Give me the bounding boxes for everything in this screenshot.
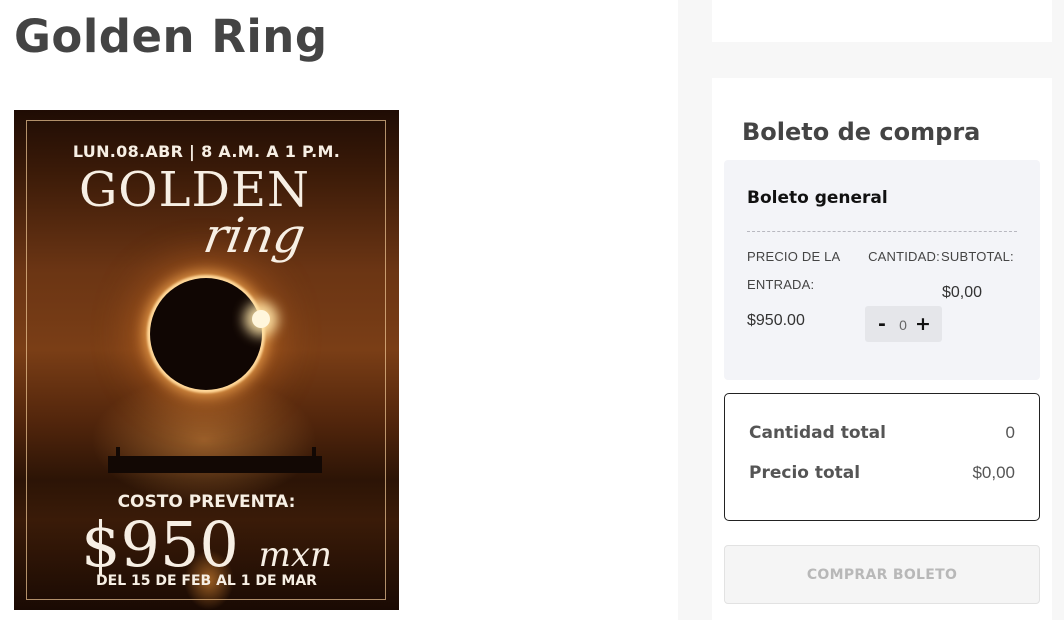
purchase-section-title: Boleto de compra bbox=[742, 118, 981, 146]
ticket-divider bbox=[747, 231, 1017, 232]
totals-box: Cantidad total 0 Precio total $0,00 bbox=[724, 393, 1040, 521]
quantity-input[interactable] bbox=[893, 315, 913, 335]
decrease-quantity-button[interactable]: - bbox=[871, 311, 893, 337]
quantity-stepper: - + bbox=[865, 306, 942, 342]
subtotal-value: $0,00 bbox=[942, 284, 983, 301]
total-price-value: $0,00 bbox=[972, 463, 1015, 482]
ship-silhouette bbox=[108, 447, 322, 473]
subtotal-label: SUBTOTAL: bbox=[941, 249, 1014, 264]
page-title: Golden Ring bbox=[14, 10, 328, 63]
total-quantity-label: Cantidad total bbox=[749, 423, 886, 443]
poster-title-script: ring bbox=[199, 208, 310, 264]
poster-price-currency: mxn bbox=[258, 535, 332, 575]
total-price-row: Precio total $0,00 bbox=[749, 463, 1015, 483]
sidebar-top-card bbox=[712, 0, 1052, 42]
eclipse-graphic bbox=[150, 278, 262, 390]
sun-flare-graphic bbox=[252, 310, 270, 328]
buy-ticket-button[interactable]: COMPRAR BOLETO bbox=[724, 545, 1040, 604]
increase-quantity-button[interactable]: + bbox=[912, 311, 934, 337]
total-quantity-value: 0 bbox=[1005, 423, 1015, 442]
price-label: PRECIO DE LA ENTRADA: bbox=[747, 249, 840, 292]
poster-price-amount: $950 bbox=[81, 508, 239, 581]
poster-date: LUN.08.ABR | 8 A.M. A 1 P.M. bbox=[72, 142, 341, 161]
poster-presale-price: $950 mxn bbox=[14, 508, 399, 581]
total-price-label: Precio total bbox=[749, 463, 861, 483]
price-value: $950.00 bbox=[747, 312, 805, 329]
poster-presale-dates: DEL 15 DE FEB AL 1 DE MAR bbox=[96, 573, 317, 589]
ticket-name: Boleto general bbox=[747, 188, 888, 208]
event-poster-image: LUN.08.ABR | 8 A.M. A 1 P.M. GOLDEN ring… bbox=[14, 110, 399, 610]
total-quantity-row: Cantidad total 0 bbox=[749, 423, 1015, 443]
quantity-label: CANTIDAD: bbox=[868, 249, 940, 264]
ticket-box: Boleto general PRECIO DE LA ENTRADA: CAN… bbox=[724, 160, 1040, 380]
